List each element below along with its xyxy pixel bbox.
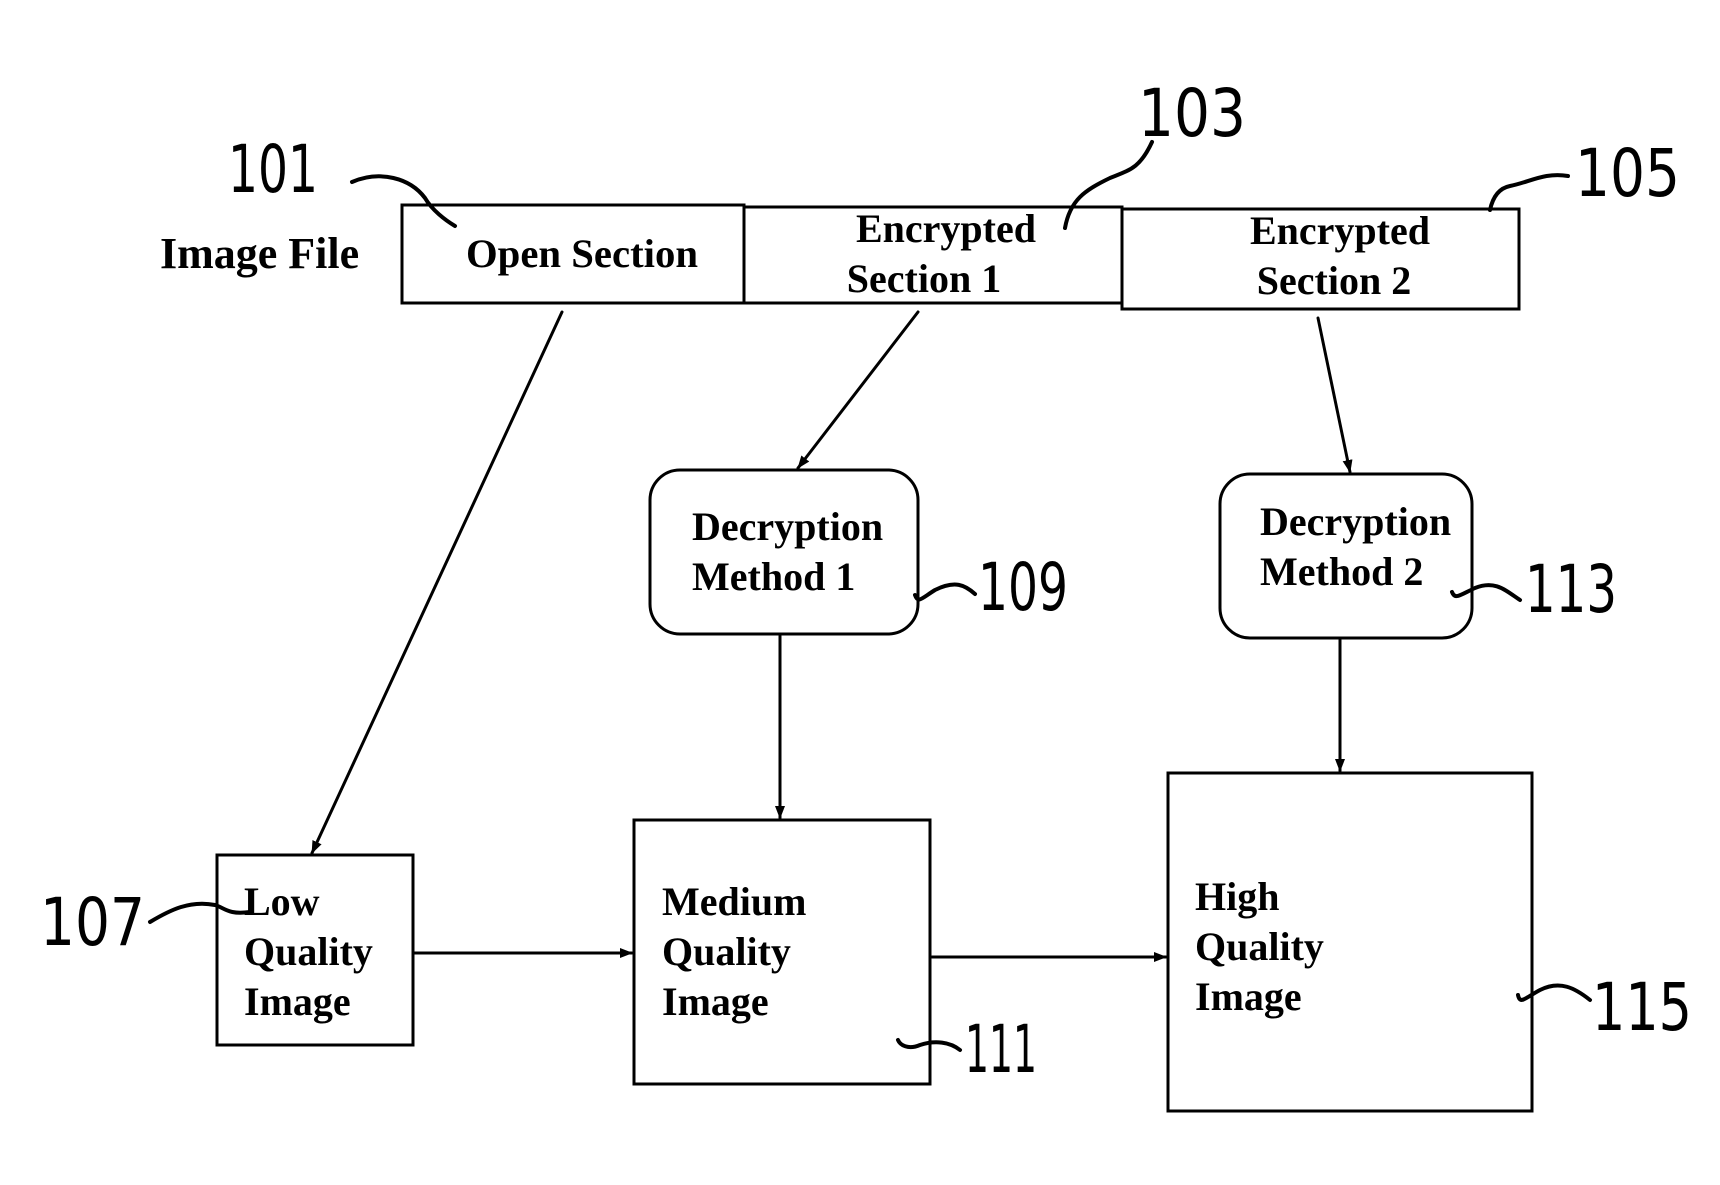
decryption-method-1-box [648,468,920,636]
high-quality-image-line1: High [1195,874,1279,919]
section-encrypted-2-line1: Encrypted [1250,208,1430,253]
ref-115: 115 [1592,969,1692,1046]
ref-103: 103 [1138,75,1246,152]
medium-quality-image-line1: Medium [662,879,806,924]
ref-105: 105 [1575,135,1680,212]
ref-113: 113 [1525,551,1617,628]
image-file-label: Image File [160,229,359,278]
decryption-method-2-line2: Method 2 [1260,549,1423,594]
edge-open-to-low [310,310,564,855]
leader-105 [1488,173,1570,212]
ref-101: 101 [228,131,318,208]
high-quality-image-line3: Image [1195,974,1302,1019]
low-quality-image-line1: Low [244,879,320,924]
medium-quality-image-line3: Image [662,979,769,1024]
decryption-method-1-line1: Decryption [692,504,883,549]
high-quality-image-line2: Quality [1195,924,1324,969]
section-open-label: Open Section [466,231,698,276]
edge-enc1-to-dec1 [796,310,920,470]
section-encrypted-1-line1: Encrypted [856,206,1036,251]
diagram-canvas: Image File Open Section Encrypted Sectio… [40,75,1692,1113]
low-quality-image-line3: Image [244,979,351,1024]
section-encrypted-2-line2: Section 2 [1257,258,1411,303]
section-encrypted-1-line2: Section 1 [847,256,1001,301]
decryption-method-2-line1: Decryption [1260,499,1451,544]
decryption-method-1-line2: Method 1 [692,554,855,599]
leader-109 [913,582,977,602]
low-quality-image-line2: Quality [244,929,373,974]
ref-107: 107 [40,884,145,961]
medium-quality-image-line2: Quality [662,929,791,974]
edge-enc2-to-dec2 [1316,316,1353,474]
ref-109: 109 [978,549,1068,626]
ref-111: 111 [965,1011,1037,1088]
